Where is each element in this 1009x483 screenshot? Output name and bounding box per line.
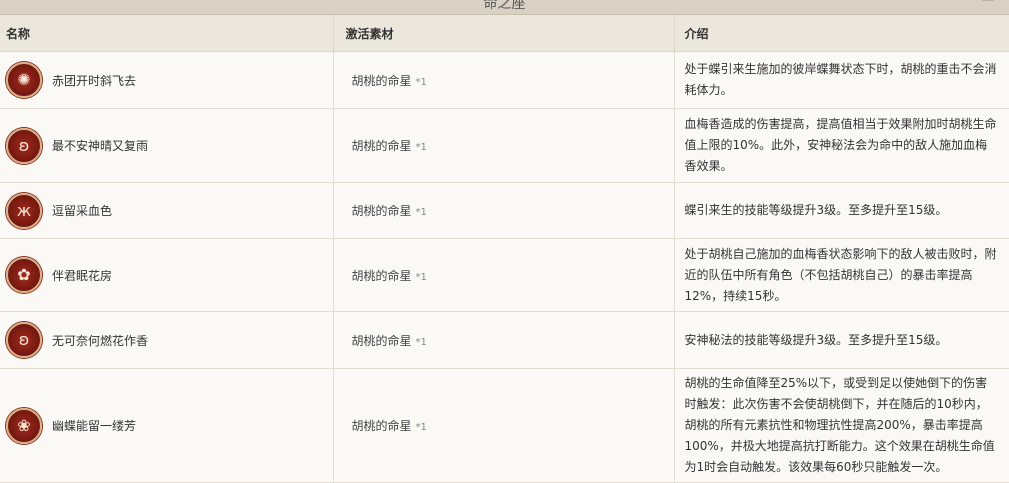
constellation-desc: 处于胡桃自己施加的血梅香状态影响下的敌人被击败时，附近的队伍中所有角色（不包括胡… <box>674 238 1009 312</box>
butterfly-swirl-icon: ✺ <box>6 62 42 98</box>
material-qty: *1 <box>415 142 427 153</box>
collapse-icon[interactable]: — <box>981 0 995 8</box>
material-name: 胡桃的命星 <box>351 139 412 153</box>
material-qty: *1 <box>415 422 427 433</box>
material-name: 胡桃的命星 <box>351 73 412 88</box>
butterfly-icon: ж <box>6 192 42 229</box>
table-header-row: 名称 激活素材 介绍 <box>0 15 1009 52</box>
constellation-name: 逗留采血色 <box>52 204 113 218</box>
constellation-name: 赤团开时斜飞去 <box>52 73 137 88</box>
constellation-table: 名称 激活素材 介绍 ✺ 赤团开时斜飞去 胡桃的命星 *1 处于蝶引来生施加的彼岸… <box>0 15 1009 483</box>
constellation-name: 伴君眠花房 <box>52 268 113 283</box>
header-material: 激活素材 <box>333 15 675 52</box>
table-row: ʚ 无可奈何燃花作香 胡桃的命星 *1 安神秘法的技能等级提升3级。至多提升至15… <box>0 311 1009 369</box>
material-name: 胡桃的命星 <box>351 419 412 433</box>
constellation-desc: 处于蝶引来生施加的彼岸蝶舞状态下时，胡桃的重击不会消耗体力。 <box>674 51 1009 109</box>
constellation-desc: 血梅香造成的伤害提高，提高值相当于效果附加时胡桃生命值上限的10%。此外，安神秘… <box>674 108 1009 183</box>
material-name: 胡桃的命星 <box>351 204 412 218</box>
flower-skull-icon: ❀ <box>6 407 42 444</box>
constellation-name: 幽蝶能留一缕芳 <box>52 419 137 433</box>
header-name: 名称 <box>0 15 334 52</box>
material-qty: *1 <box>415 271 427 283</box>
table-row: ʚ 最不安神晴又复雨 胡桃的命星 *1 血梅香造成的伤害提高，提高值相当于效果附加… <box>0 108 1009 183</box>
material-qty: *1 <box>415 336 427 348</box>
section-title: 命之座 <box>483 0 526 12</box>
constellation-name: 无可奈何燃花作香 <box>52 333 149 348</box>
section-title-bar: 命之座 — <box>0 0 1009 15</box>
table-row: ❀ 幽蝶能留一缕芳 胡桃的命星 *1 胡桃的生命值降至25%以下，或受到足以使她倒… <box>0 368 1009 483</box>
header-desc: 介绍 <box>674 15 1009 52</box>
table-row: ж 逗留采血色 胡桃的命星 *1 蝶引来生的技能等级提升3级。至多提升至15级。 <box>0 182 1009 239</box>
constellation-desc: 蝶引来生的技能等级提升3级。至多提升至15级。 <box>674 182 1009 239</box>
ghost-icon: ʚ <box>6 322 42 358</box>
material-qty: *1 <box>415 76 427 88</box>
material-name: 胡桃的命星 <box>351 333 412 348</box>
table-row: ✺ 赤团开时斜飞去 胡桃的命星 *1 处于蝶引来生施加的彼岸蝶舞状态下时，胡桃的重… <box>0 51 1009 109</box>
table-row: ✿ 伴君眠花房 胡桃的命星 *1 处于胡桃自己施加的血梅香状态影响下的敌人被击败时… <box>0 238 1009 312</box>
plum-blossom-icon: ✿ <box>6 257 42 293</box>
constellation-desc: 安神秘法的技能等级提升3级。至多提升至15级。 <box>674 311 1009 369</box>
constellation-name: 最不安神晴又复雨 <box>52 139 149 153</box>
material-name: 胡桃的命星 <box>351 268 412 283</box>
constellation-desc: 胡桃的生命值降至25%以下，或受到足以使她倒下的伤害时触发：此次伤害不会使胡桃倒… <box>674 368 1009 483</box>
material-qty: *1 <box>415 207 427 218</box>
ghost-icon: ʚ <box>6 127 42 164</box>
